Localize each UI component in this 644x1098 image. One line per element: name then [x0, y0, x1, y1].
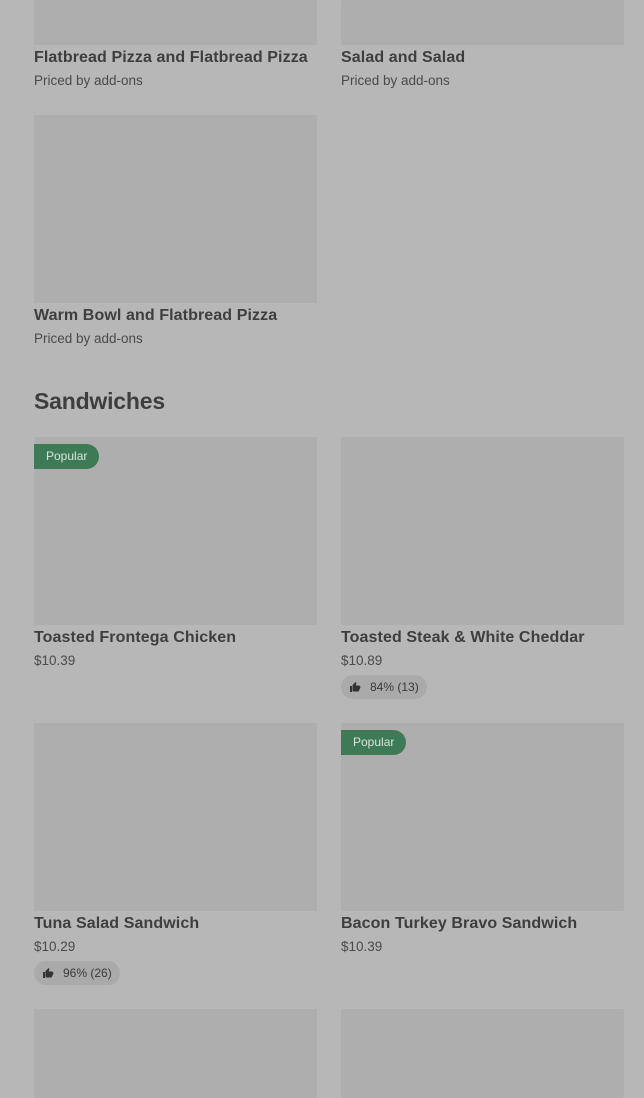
rating-badge: 96% (26) [34, 961, 120, 985]
item-price: $10.89 [341, 653, 383, 668]
thumbs-up-icon [43, 968, 54, 978]
menu-item-card[interactable]: Popular Toasted Frontega Chicken $10.39 [34, 437, 317, 687]
rating-badge: 84% (13) [341, 675, 427, 699]
item-price: $10.39 [341, 939, 383, 954]
rating-text: 84% (13) [370, 680, 419, 694]
item-name: Flatbread Pizza and Flatbread Pizza [34, 49, 308, 66]
item-image [34, 723, 317, 911]
menu-item-card[interactable] [341, 1009, 624, 1098]
menu-item-card[interactable]: Popular Bacon Turkey Bravo Sandwich $10.… [341, 723, 624, 973]
menu-item-card[interactable]: Warm Bowl and Flatbread Pizza Priced by … [34, 115, 317, 355]
menu-item-card[interactable]: Toasted Steak & White Cheddar $10.89 84%… [341, 437, 624, 699]
item-name: Salad and Salad [341, 49, 466, 66]
item-name: Toasted Frontega Chicken [34, 629, 237, 646]
item-name: Bacon Turkey Bravo Sandwich [341, 915, 578, 932]
rating-text: 96% (26) [63, 966, 112, 980]
popular-badge: Popular [341, 730, 407, 755]
item-price: $10.29 [34, 939, 76, 954]
item-price: Priced by add-ons [34, 331, 143, 346]
menu-item-card[interactable]: Salad and Salad Priced by add-ons [341, 0, 624, 95]
item-price: Priced by add-ons [34, 73, 143, 88]
popular-badge: Popular [34, 444, 100, 469]
item-price: $10.39 [34, 653, 76, 668]
item-image [34, 1009, 317, 1098]
menu-item-card[interactable]: Tuna Salad Sandwich $10.29 96% (26) [34, 723, 317, 985]
thumbs-up-icon [350, 682, 361, 692]
menu-item-card[interactable]: Flatbread Pizza and Flatbread Pizza Pric… [34, 0, 317, 95]
item-name: Warm Bowl and Flatbread Pizza [34, 307, 278, 324]
item-image [34, 0, 317, 45]
item-image [341, 0, 624, 45]
item-name: Toasted Steak & White Cheddar [341, 629, 585, 646]
item-image [341, 1009, 624, 1098]
item-image [34, 115, 317, 303]
item-name: Tuna Salad Sandwich [34, 915, 200, 932]
menu-page: { "cards_top": [ {"name": "Flatbread Piz… [0, 0, 644, 1098]
item-image [341, 437, 624, 625]
item-price: Priced by add-ons [341, 73, 450, 88]
section-title: Sandwiches [34, 388, 165, 414]
menu-item-card[interactable] [34, 1009, 317, 1098]
